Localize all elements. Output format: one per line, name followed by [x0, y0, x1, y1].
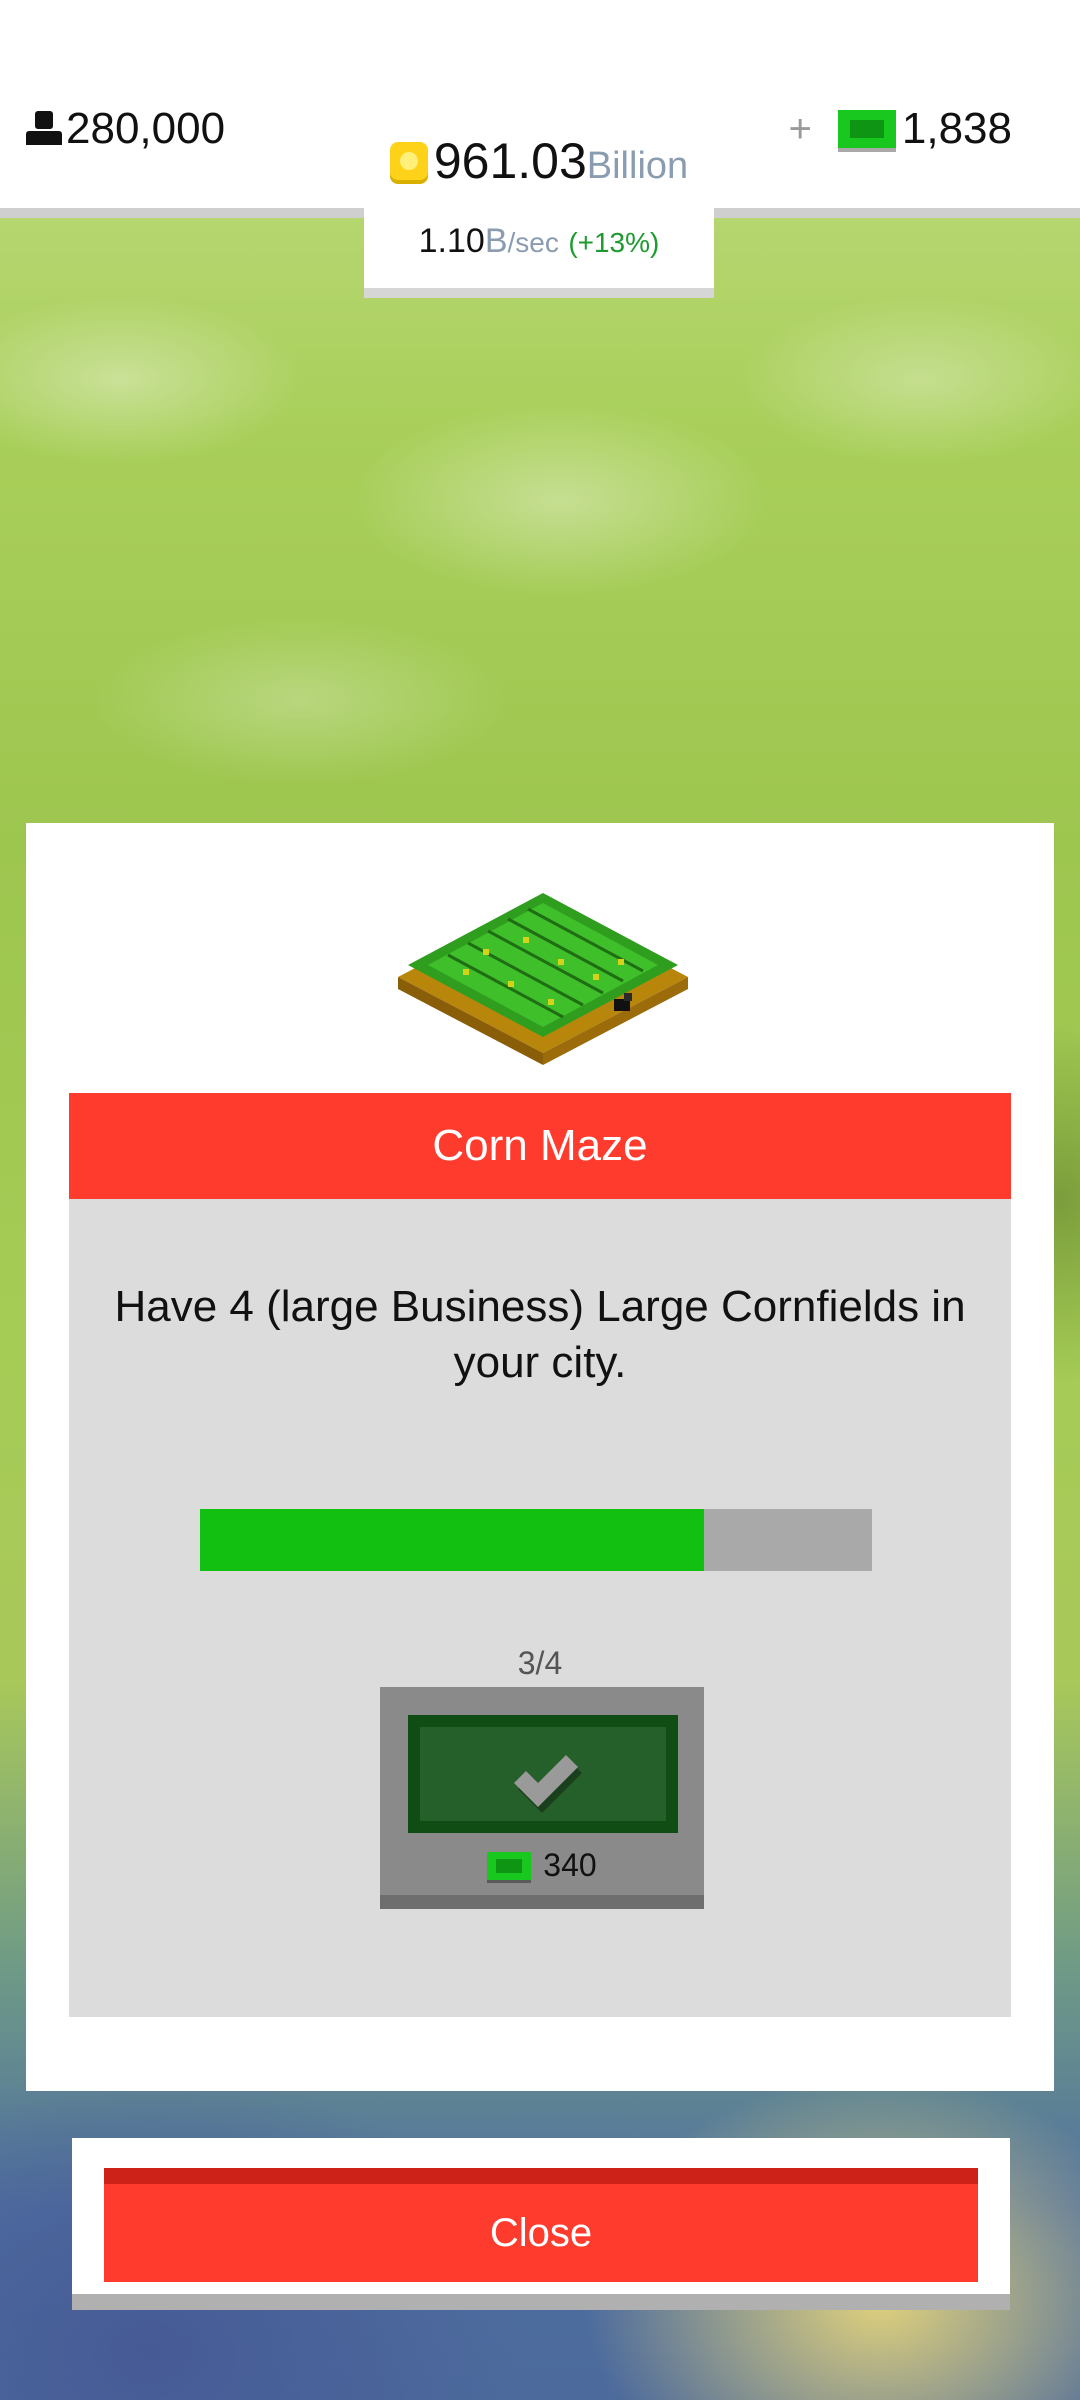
population-value: 280,000 — [66, 104, 226, 153]
coins-value: 961.03 — [433, 133, 587, 189]
rate-per: /sec — [507, 227, 559, 258]
progress-bar — [200, 1509, 872, 1571]
coins-panel: 961.03 Billion 1.10B/sec (+13%) — [364, 0, 714, 298]
cornfield-icon — [388, 889, 698, 1069]
coins-unit: Billion — [586, 145, 689, 187]
achievement-title: Corn Maze — [69, 1093, 1011, 1199]
achievement-content: Have 4 (large Business) Large Cornfields… — [69, 1199, 1011, 2017]
bills-value: 1,838 — [901, 104, 1012, 153]
bill-icon — [837, 110, 896, 148]
bill-icon — [487, 1851, 532, 1880]
achievement-description: Have 4 (large Business) Large Cornfields… — [114, 1282, 966, 1387]
population-counter: 280,000 — [26, 104, 225, 154]
claim-reward-button[interactable]: 340 — [380, 1687, 704, 1909]
checkmark-box — [408, 1715, 678, 1833]
income-rate: 1.10B/sec (+13%) — [364, 222, 714, 261]
achievement-dialog: Corn Maze Have 4 (large Business) Large … — [26, 823, 1054, 2091]
coins-counter: 961.03 Billion — [364, 132, 714, 190]
person-icon — [26, 111, 62, 147]
close-button-container: Close — [72, 2138, 1010, 2310]
add-bills-icon[interactable]: + — [789, 107, 812, 152]
rate-value: 1.10 — [418, 222, 485, 260]
bills-counter[interactable]: + 1,838 — [789, 104, 1012, 154]
checkmark-icon — [514, 1755, 582, 1813]
rate-bonus: (+13%) — [568, 227, 660, 258]
rate-unit: B — [484, 222, 508, 260]
progress-bar-fill — [200, 1509, 704, 1571]
progress-text: 3/4 — [517, 1645, 563, 1681]
reward-amount: 340 — [543, 1847, 597, 1883]
close-button[interactable]: Close — [104, 2168, 978, 2282]
reward: 340 — [380, 1847, 704, 1884]
coin-icon — [389, 142, 428, 180]
